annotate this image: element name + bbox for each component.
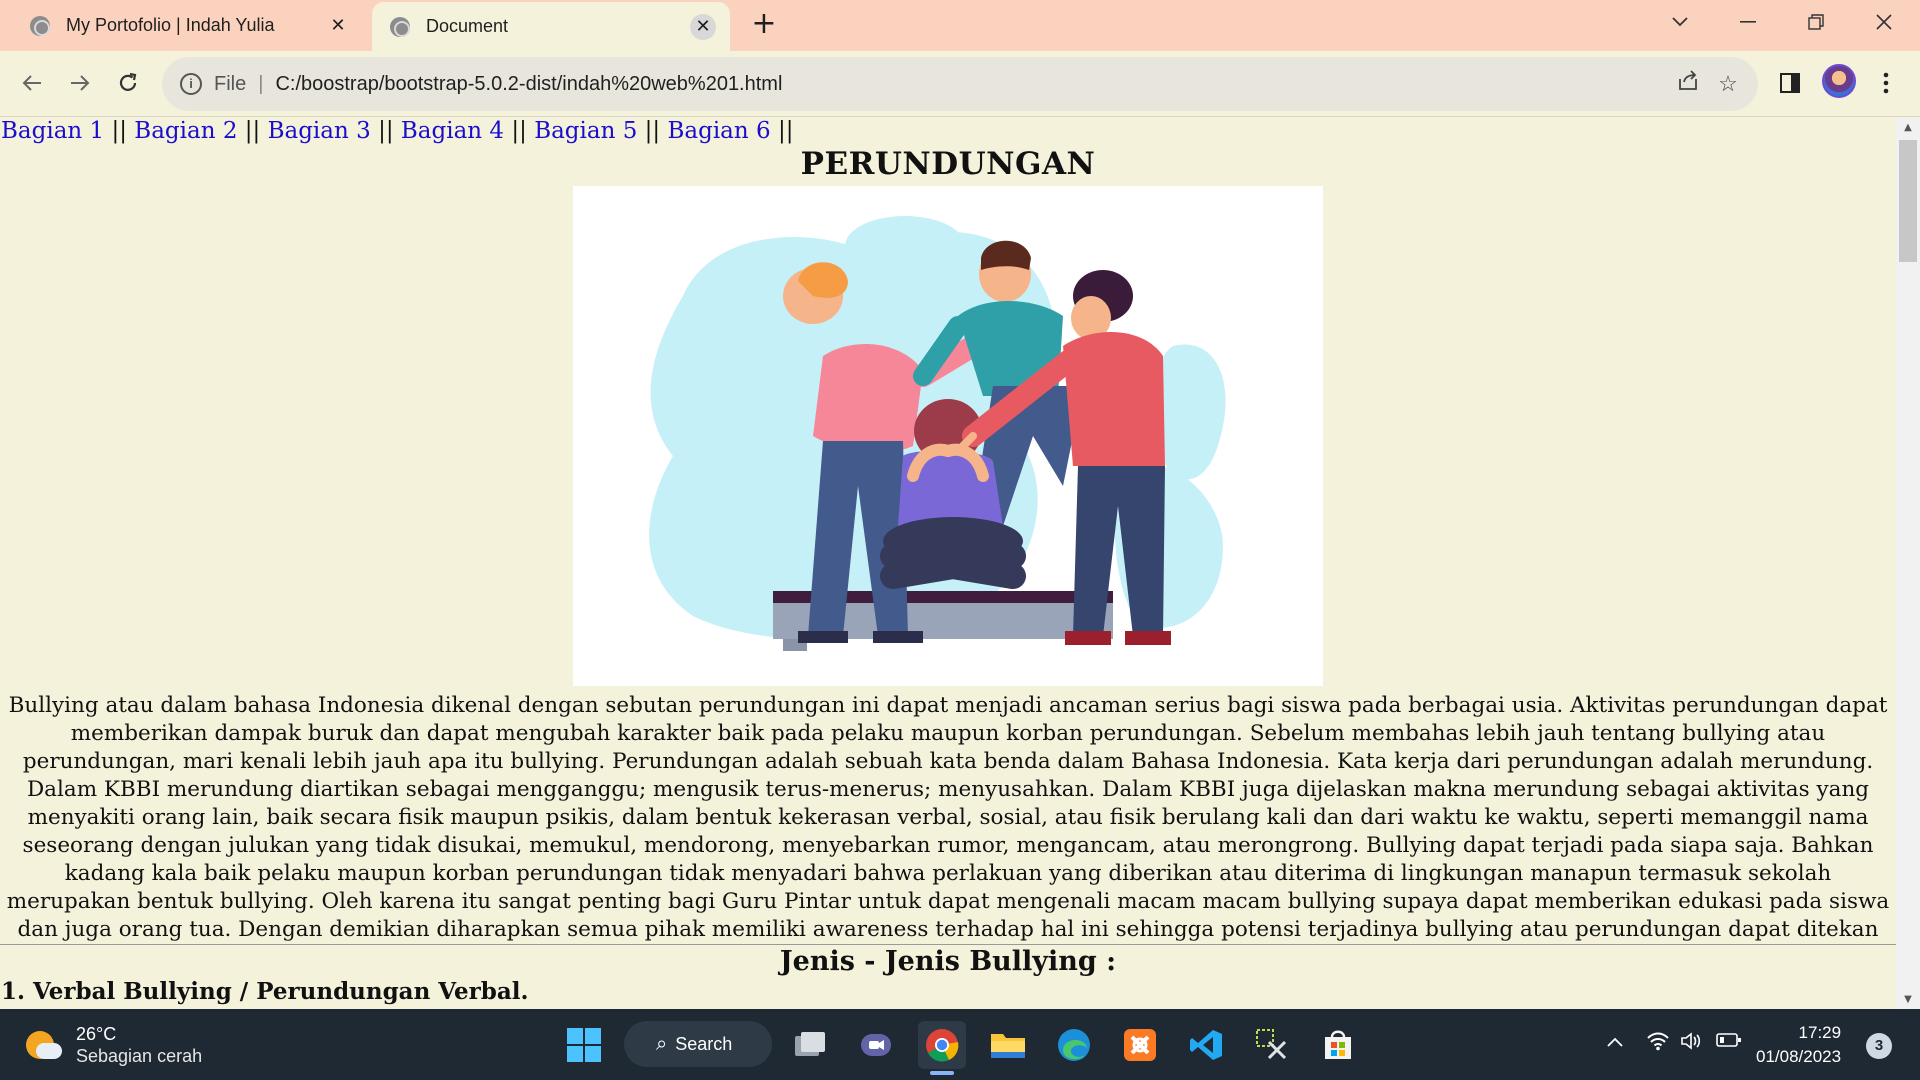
taskbar-search[interactable]: ⌕ Search: [624, 1021, 772, 1067]
chrome-icon[interactable]: [918, 1021, 966, 1075]
forward-arrow-icon[interactable]: [62, 65, 98, 101]
clock-date: 01/08/2023: [1756, 1047, 1842, 1066]
nav-link-bagian-4[interactable]: Bagian 4: [401, 118, 504, 144]
file-explorer-icon[interactable]: [984, 1021, 1032, 1069]
side-panel-icon[interactable]: [1772, 65, 1808, 101]
close-window-button[interactable]: [1856, 0, 1912, 44]
bookmark-star-icon[interactable]: ☆: [1708, 71, 1748, 97]
weather-temperature: 26°C: [76, 1024, 117, 1044]
battery-icon[interactable]: [1716, 1031, 1742, 1055]
tab-close-button[interactable]: ✕: [325, 13, 351, 39]
search-icon: ⌕: [656, 1032, 668, 1055]
nav-link-bagian-5[interactable]: Bagian 5: [534, 118, 637, 144]
back-arrow-icon[interactable]: [14, 65, 50, 101]
notification-badge[interactable]: 3: [1866, 1033, 1892, 1059]
volume-icon[interactable]: [1680, 1031, 1704, 1057]
xampp-icon[interactable]: [1116, 1021, 1164, 1069]
vscode-icon[interactable]: [1182, 1021, 1230, 1069]
nav-link-bagian-2[interactable]: Bagian 2: [134, 118, 237, 144]
share-icon[interactable]: [1668, 70, 1708, 98]
new-tab-button[interactable]: +: [747, 8, 781, 42]
nav-separator: ||: [111, 118, 127, 144]
scheme-label: File: [214, 72, 247, 95]
active-app-indicator: [930, 1071, 954, 1075]
tab-strip: My Portofolio | Indah Yulia ✕ Document ✕…: [0, 0, 1920, 51]
microsoft-store-icon[interactable]: [1314, 1021, 1362, 1069]
search-label: Search: [675, 1033, 733, 1054]
weather-widget[interactable]: 26°C Sebagian cerah: [26, 1023, 202, 1067]
nav-separator: ||: [777, 118, 794, 144]
section-heading: Jenis - Jenis Bullying :: [779, 946, 1117, 977]
browser-toolbar: i File | C:/boostrap/bootstrap-5.0.2-dis…: [0, 51, 1920, 117]
restore-button[interactable]: [1788, 0, 1844, 44]
scroll-down-arrow-icon[interactable]: ▼: [1902, 994, 1914, 1005]
reload-icon[interactable]: [110, 65, 146, 101]
edge-icon[interactable]: [1050, 1021, 1098, 1069]
page-title: PERUNDUNGAN: [800, 146, 1096, 182]
wifi-icon[interactable]: [1646, 1031, 1670, 1057]
tab-close-button[interactable]: ✕: [690, 13, 716, 40]
page-viewport: Bagian 1 || Bagian 2 || Bagian 3 || Bagi…: [0, 118, 1896, 1009]
snipping-tool-icon[interactable]: [1248, 1021, 1296, 1069]
teams-chat-icon[interactable]: [852, 1021, 900, 1069]
globe-icon: [30, 15, 50, 36]
tab-document[interactable]: Document ✕: [372, 2, 730, 51]
task-view-icon[interactable]: [786, 1021, 834, 1069]
windows-start-icon[interactable]: [560, 1021, 608, 1069]
menu-kebab-icon[interactable]: [1868, 65, 1904, 101]
tab-portofolio[interactable]: My Portofolio | Indah Yulia ✕: [0, 0, 365, 51]
section-nav: Bagian 1 || Bagian 2 || Bagian 3 || Bagi…: [1, 118, 793, 144]
tab-title: My Portofolio | Indah Yulia: [66, 15, 275, 35]
windows-taskbar: 26°C Sebagian cerah ⌕ Search 17:29 01/08…: [0, 1009, 1920, 1080]
show-hidden-icons-chevron-icon[interactable]: [1606, 1031, 1624, 1054]
url-text[interactable]: C:/boostrap/bootstrap-5.0.2-dist/indah%2…: [275, 73, 1668, 96]
list-heading-verbal: 1. Verbal Bullying / Perundungan Verbal.: [1, 978, 529, 1005]
globe-icon: [390, 16, 410, 37]
nav-separator: ||: [644, 118, 661, 144]
address-separator: |: [258, 72, 264, 95]
profile-avatar[interactable]: [1822, 64, 1856, 98]
bullying-illustration: [573, 186, 1323, 686]
nav-separator: ||: [378, 118, 394, 144]
horizontal-rule: [0, 944, 1896, 945]
nav-link-bagian-1[interactable]: Bagian 1: [1, 118, 104, 144]
info-icon[interactable]: i: [180, 73, 202, 95]
body-paragraph: Bullying atau dalam bahasa Indonesia dik…: [6, 693, 1890, 942]
tab-search-chevron-icon[interactable]: [1652, 0, 1708, 44]
scroll-up-arrow-icon[interactable]: ▲: [1902, 122, 1914, 133]
weather-condition: Sebagian cerah: [76, 1046, 203, 1066]
nav-separator: ||: [244, 118, 261, 144]
partly-sunny-icon: [26, 1027, 62, 1063]
system-clock[interactable]: 17:29 01/08/2023: [1756, 1021, 1841, 1069]
nav-separator: ||: [511, 118, 527, 144]
tab-title: Document: [426, 16, 509, 36]
scrollbar-thumb[interactable]: [1899, 140, 1917, 262]
clock-time: 17:29: [1798, 1023, 1842, 1042]
nav-link-bagian-6[interactable]: Bagian 6: [667, 118, 770, 144]
nav-link-bagian-3[interactable]: Bagian 3: [268, 118, 371, 144]
vertical-scrollbar[interactable]: ▲ ▼: [1896, 118, 1920, 1009]
minimize-button[interactable]: [1720, 0, 1776, 44]
address-bar[interactable]: i File | C:/boostrap/bootstrap-5.0.2-dis…: [162, 57, 1758, 111]
